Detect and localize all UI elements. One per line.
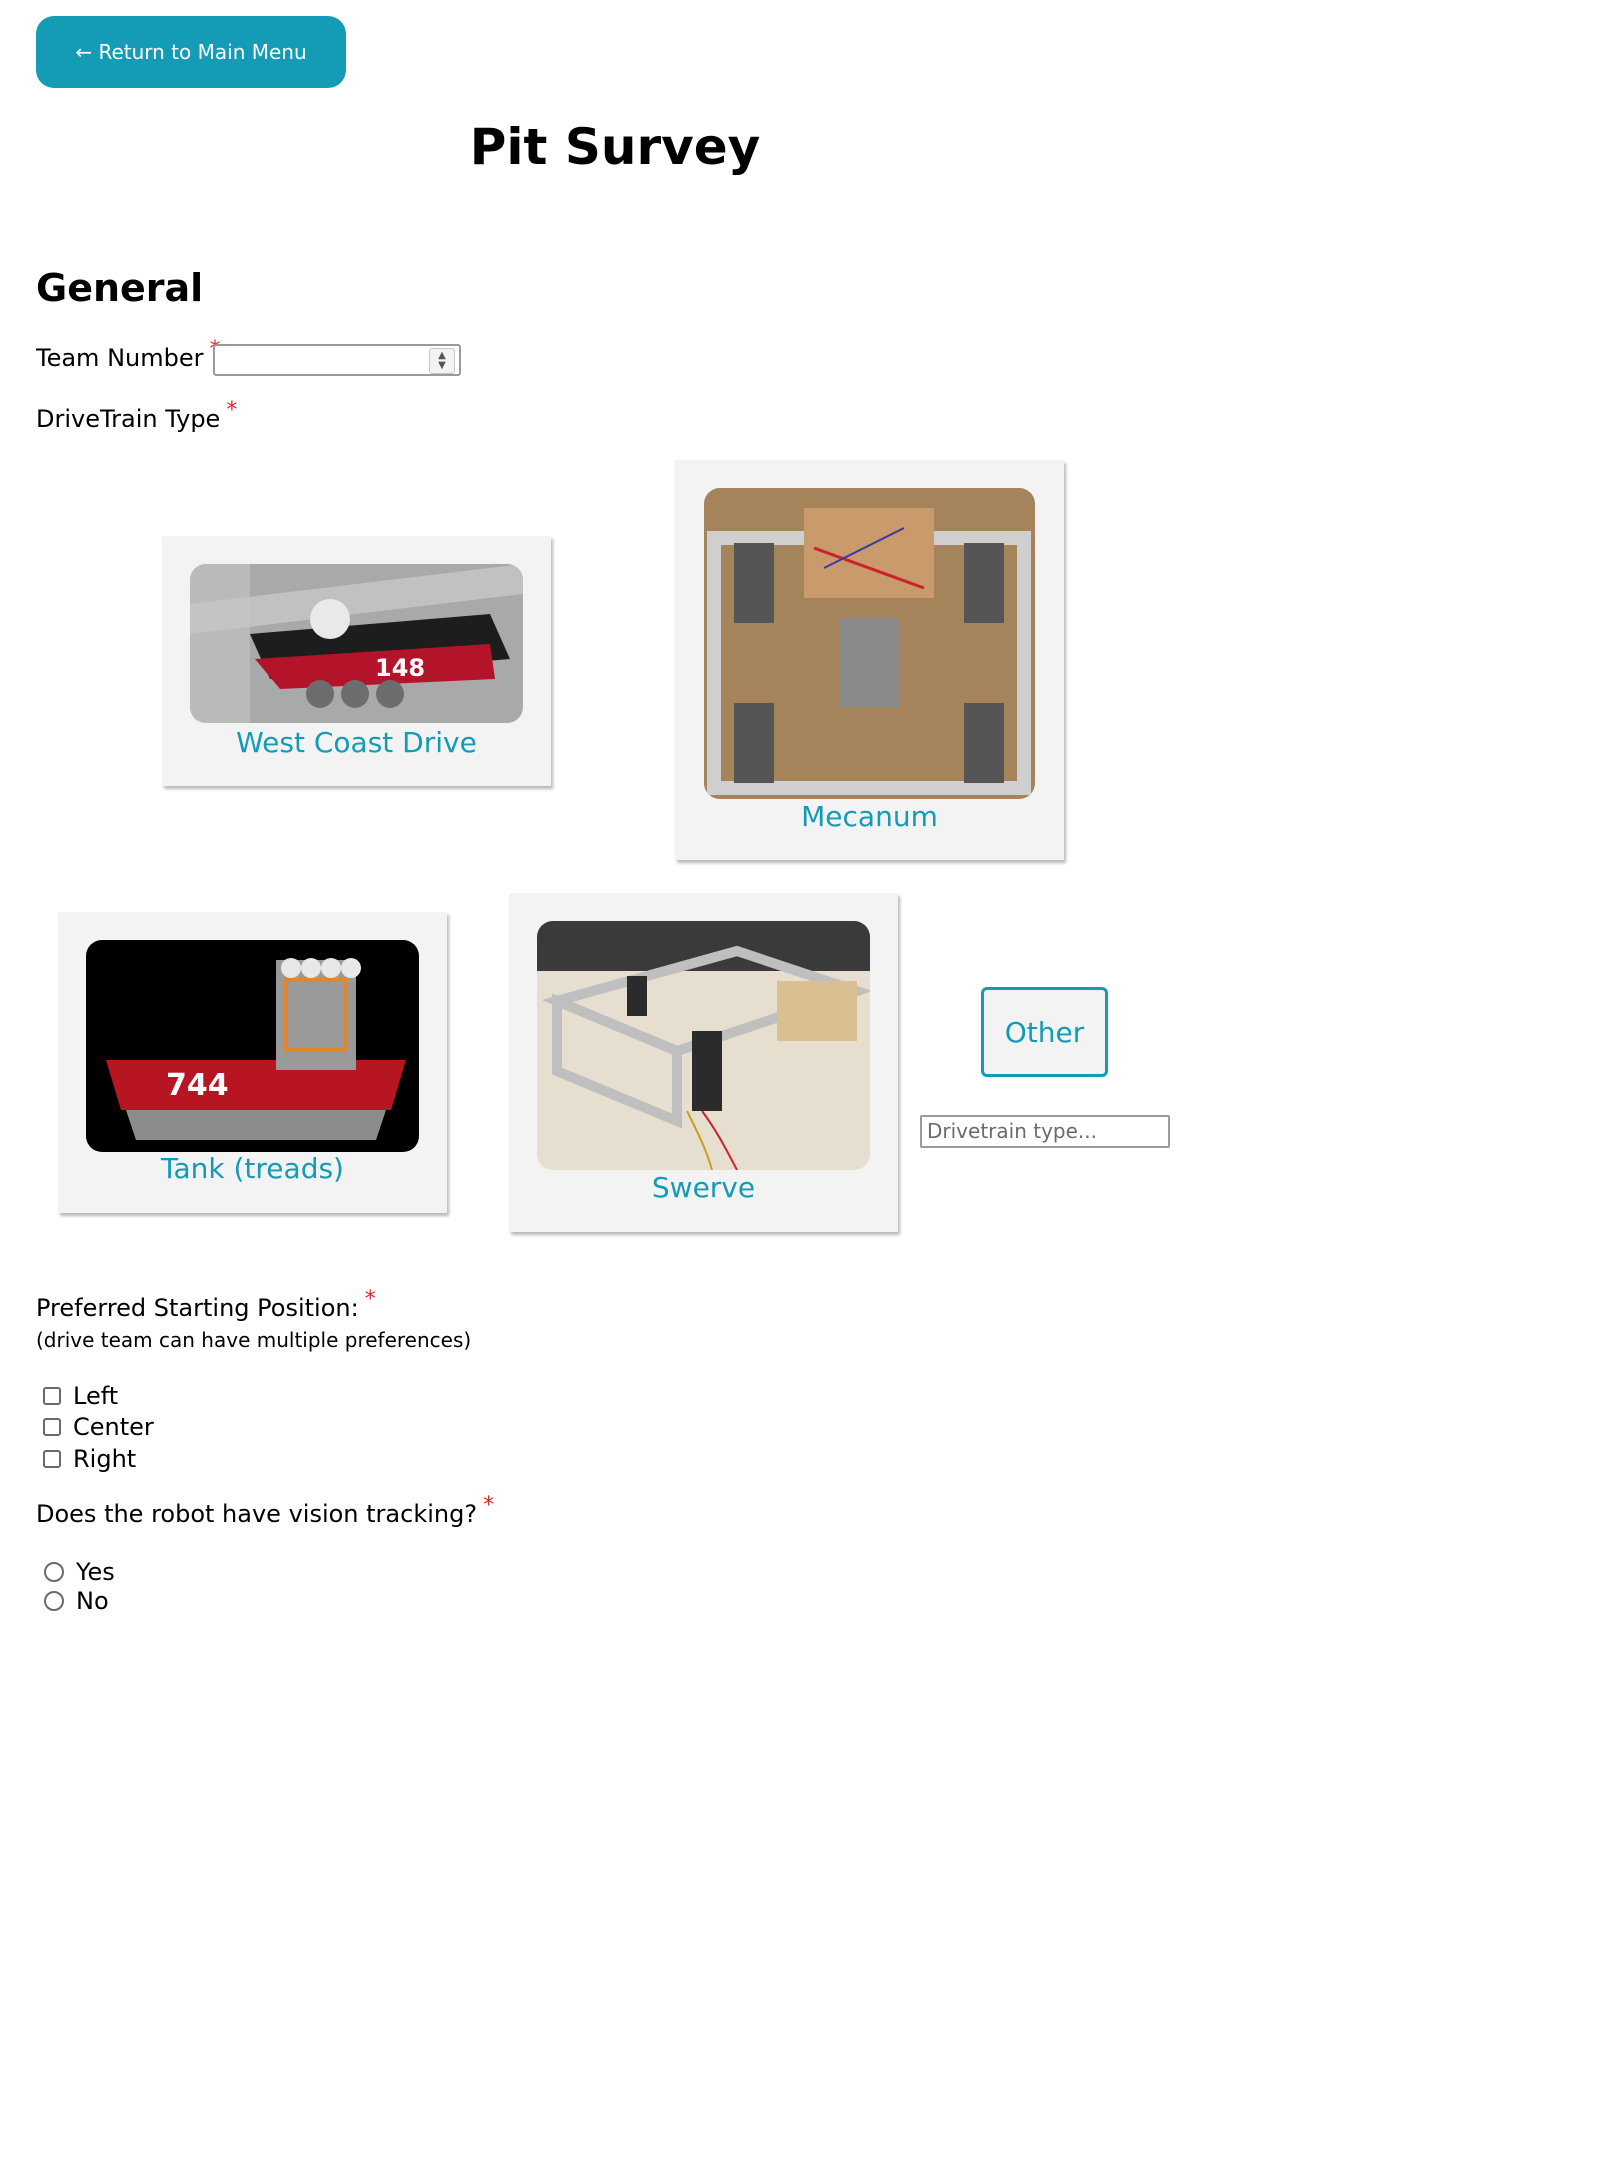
radio-button[interactable] xyxy=(44,1591,64,1611)
number-spinner[interactable]: ▲ ▼ xyxy=(429,348,455,374)
starting-position-option-center[interactable]: Center xyxy=(43,1413,154,1441)
vision-tracking-label: Does the robot have vision tracking? * xyxy=(36,1493,494,1528)
robot-photo-icon xyxy=(537,921,870,1170)
vision-option-yes[interactable]: Yes xyxy=(44,1558,115,1586)
drivetrain-option-mecanum[interactable]: Mecanum xyxy=(675,460,1064,860)
starting-position-label-text: Preferred Starting Position: xyxy=(36,1294,359,1322)
mecanum-image xyxy=(704,488,1035,799)
robot-number-text: 148 xyxy=(375,654,425,682)
vision-option-no[interactable]: No xyxy=(44,1587,109,1615)
team-number-label-text: Team Number xyxy=(36,344,204,372)
radio-button[interactable] xyxy=(44,1562,64,1582)
robot-photo-icon: 744 xyxy=(86,940,419,1152)
west-coast-drive-image: 148 xyxy=(190,564,523,723)
chevron-down-icon: ▼ xyxy=(438,360,446,371)
robot-photo-icon: 148 xyxy=(190,564,523,723)
required-mark: * xyxy=(483,1493,495,1518)
team-number-label: Team Number* xyxy=(36,337,220,372)
starting-position-option-left[interactable]: Left xyxy=(43,1382,118,1410)
drivetrain-type-label-text: DriveTrain Type xyxy=(36,405,221,433)
starting-position-label: Preferred Starting Position: * xyxy=(36,1287,376,1322)
robot-photo-icon xyxy=(704,488,1035,799)
section-heading-general: General xyxy=(36,266,204,310)
drivetrain-label-west-coast-drive: West Coast Drive xyxy=(236,726,477,759)
option-label: Center xyxy=(73,1413,154,1441)
return-to-main-menu-button[interactable]: ← Return to Main Menu xyxy=(36,16,346,88)
drivetrain-option-west-coast-drive[interactable]: 148 West Coast Drive xyxy=(162,536,551,786)
option-label: Right xyxy=(73,1445,137,1473)
required-mark: * xyxy=(226,398,238,423)
page-title: Pit Survey xyxy=(469,118,761,176)
drivetrain-option-tank-treads[interactable]: 744 Tank (treads) xyxy=(58,912,447,1213)
option-label: Left xyxy=(73,1382,119,1410)
tank-treads-image: 744 xyxy=(86,940,419,1152)
starting-position-option-right[interactable]: Right xyxy=(43,1445,136,1473)
team-number-input[interactable]: ▲ ▼ xyxy=(213,344,461,376)
drivetrain-label-swerve: Swerve xyxy=(651,1171,756,1204)
checkbox[interactable] xyxy=(43,1450,61,1468)
checkbox[interactable] xyxy=(43,1387,61,1405)
drivetrain-option-swerve[interactable]: Swerve xyxy=(509,893,898,1232)
required-mark: * xyxy=(364,1287,376,1312)
checkbox[interactable] xyxy=(43,1418,61,1436)
option-label: No xyxy=(76,1587,109,1615)
drivetrain-type-label: DriveTrain Type * xyxy=(36,398,237,433)
other-drivetrain-input[interactable]: Drivetrain type... xyxy=(920,1115,1170,1148)
starting-position-note: (drive team can have multiple preference… xyxy=(36,1328,472,1352)
vision-tracking-label-text: Does the robot have vision tracking? xyxy=(36,1500,478,1528)
drivetrain-label-mecanum: Mecanum xyxy=(801,800,938,833)
swerve-image xyxy=(537,921,870,1170)
drivetrain-label-tank-treads: Tank (treads) xyxy=(161,1152,344,1185)
robot-number-text: 744 xyxy=(166,1068,229,1103)
option-label: Yes xyxy=(76,1558,115,1586)
drivetrain-option-other-button[interactable]: Other xyxy=(981,987,1108,1077)
